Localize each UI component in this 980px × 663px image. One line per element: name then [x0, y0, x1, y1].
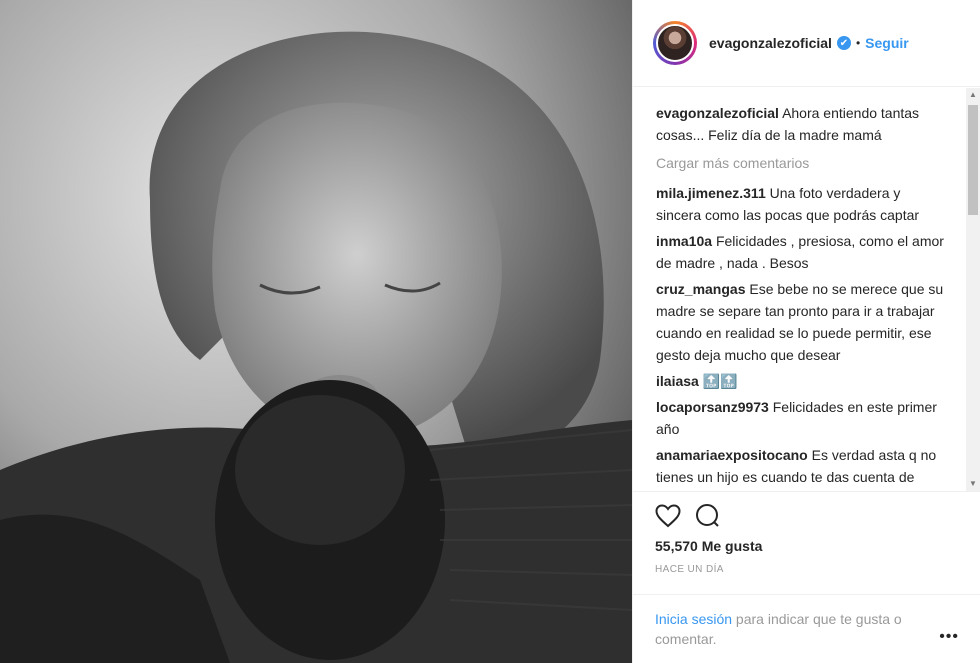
comment-text: 🔝🔝 — [702, 373, 738, 389]
verified-badge-icon: ✔ — [836, 36, 851, 50]
post-timestamp[interactable]: HACE UN DÍA — [655, 564, 980, 575]
comment: inma10a Felicidades , presiosa, como el … — [656, 230, 945, 274]
comment-username[interactable]: inma10a — [656, 233, 712, 249]
likes-count[interactable]: 55,570 Me gusta — [655, 538, 980, 554]
heart-icon[interactable] — [655, 504, 681, 528]
more-options-button[interactable]: ••• — [939, 627, 959, 647]
post-photo[interactable] — [0, 0, 632, 663]
login-prompt: Inicia sesión para indicar que te gusta … — [633, 594, 980, 663]
post-side-panel: evagonzalezoficial ✔ • Seguir evagonzale… — [632, 0, 980, 663]
comment: cruz_mangas Ese bebe no se merece que su… — [656, 278, 945, 366]
comment-username[interactable]: ilaiasa — [656, 373, 699, 389]
post-header: evagonzalezoficial ✔ • Seguir — [633, 0, 980, 87]
comment: ilaiasa 🔝🔝 — [656, 370, 945, 392]
avatar-ring[interactable] — [653, 21, 697, 65]
avatar[interactable] — [656, 24, 694, 62]
caption: evagonzalezoficial Ahora entiendo tantas… — [656, 102, 945, 146]
separator-dot: • — [855, 36, 861, 50]
post-actions: 55,570 Me gusta HACE UN DÍA — [633, 491, 980, 593]
action-icons — [655, 504, 980, 528]
comment-username[interactable]: cruz_mangas — [656, 281, 745, 297]
scroll-down-arrow-icon[interactable]: ▼ — [966, 477, 980, 491]
comment: locaporsanz9973 Felicidades en este prim… — [656, 396, 945, 440]
comment: mila.jimenez.311 Una foto verdadera y si… — [656, 182, 945, 226]
comment-username[interactable]: locaporsanz9973 — [656, 399, 769, 415]
comment-username[interactable]: mila.jimenez.311 — [656, 185, 766, 201]
load-more-comments-button[interactable]: Cargar más comentarios — [656, 152, 945, 174]
instagram-post: evagonzalezoficial ✔ • Seguir evagonzale… — [0, 0, 980, 663]
follow-button[interactable]: Seguir — [865, 35, 909, 51]
scrollbar-thumb[interactable] — [968, 105, 978, 215]
comments-scrollbar[interactable]: ▲ ▼ — [966, 88, 980, 491]
comment-username[interactable]: anamariaexpositocano — [656, 447, 808, 463]
header-username[interactable]: evagonzalezoficial — [709, 35, 832, 51]
scroll-up-arrow-icon[interactable]: ▲ — [966, 88, 980, 102]
comment: anamariaexpositocano Es verdad asta q no… — [656, 444, 945, 491]
comment-icon[interactable] — [695, 504, 721, 528]
login-link[interactable]: Inicia sesión — [655, 611, 732, 627]
comment-username[interactable]: evagonzalezoficial — [656, 105, 779, 121]
comments-list[interactable]: evagonzalezoficial Ahora entiendo tantas… — [633, 88, 980, 491]
